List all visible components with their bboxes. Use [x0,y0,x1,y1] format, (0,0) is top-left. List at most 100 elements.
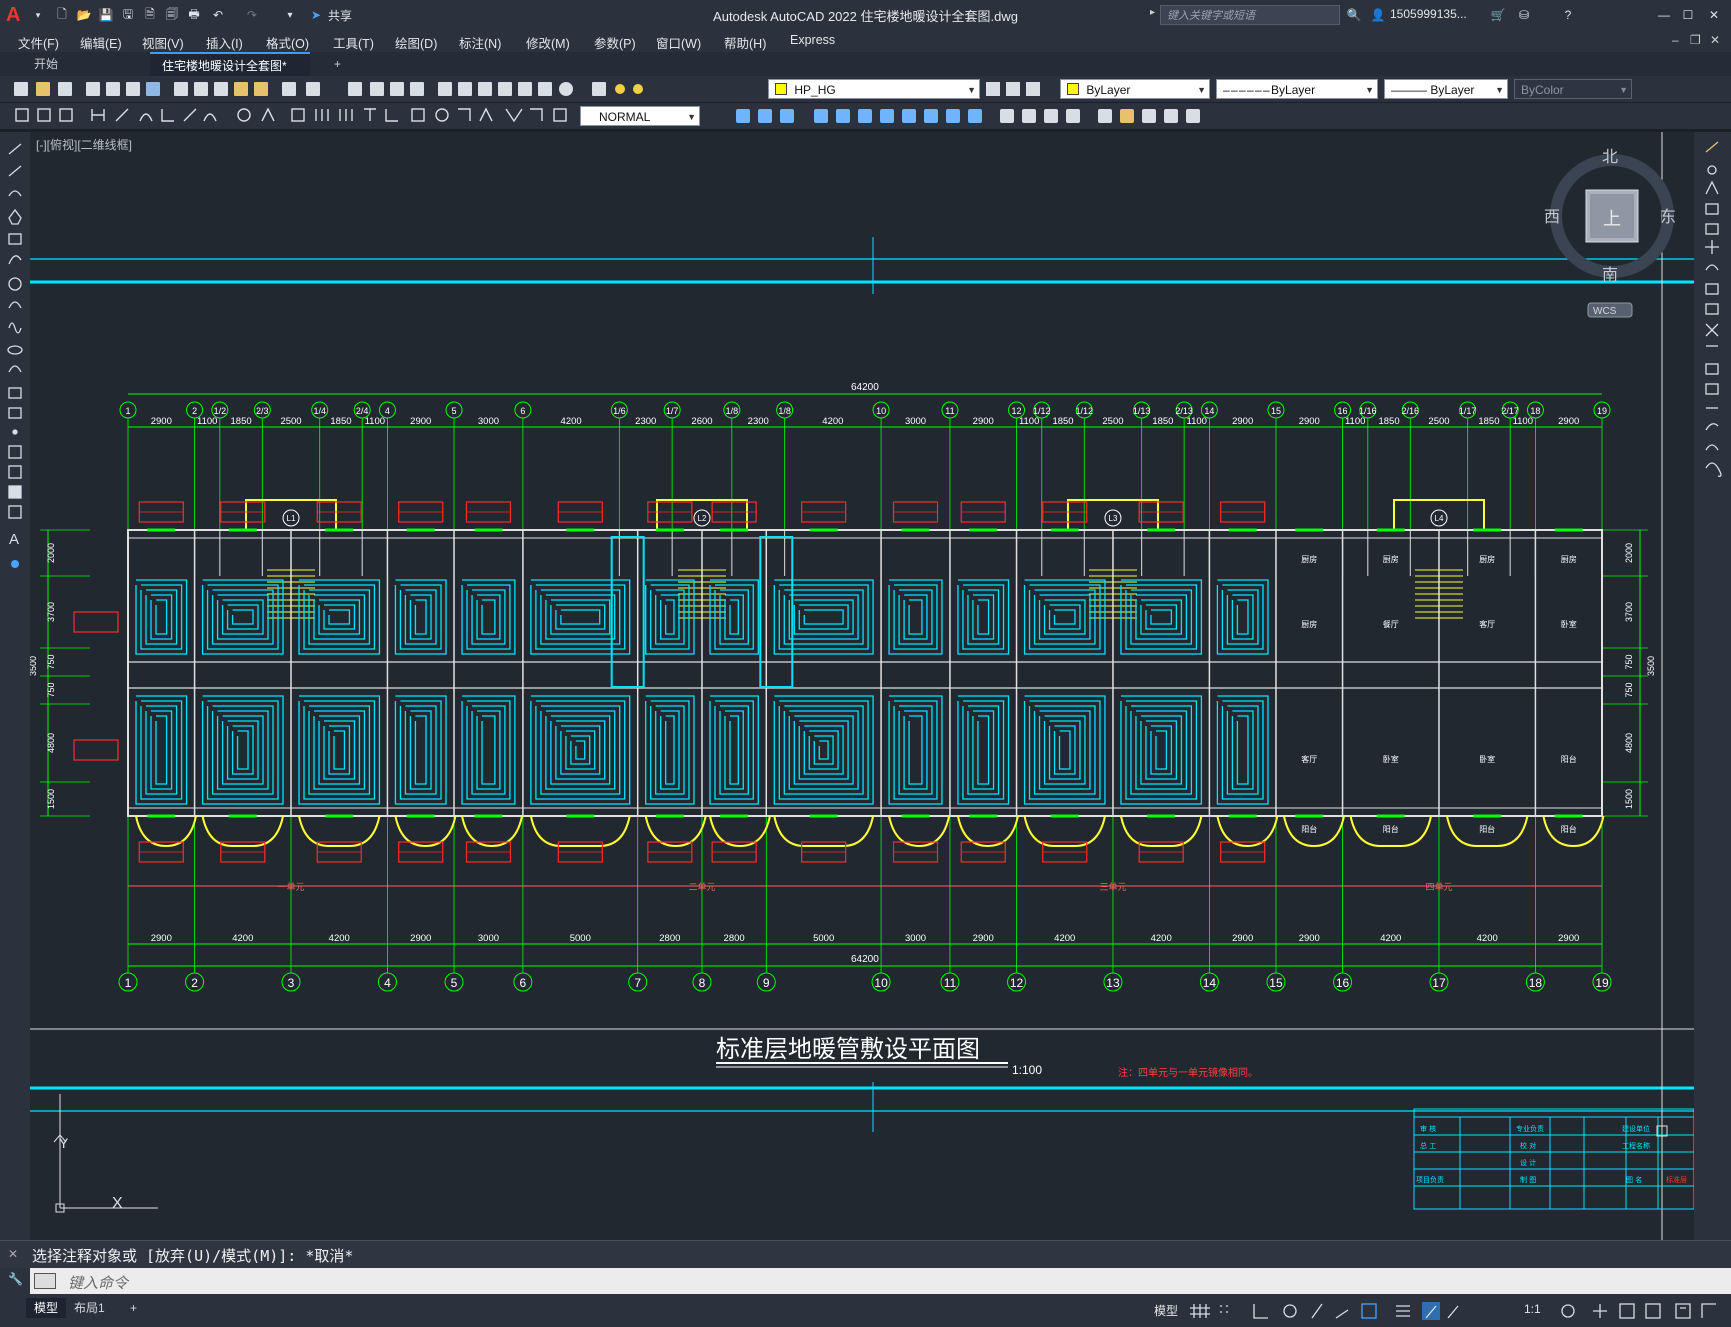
add-layout-button[interactable]: + [122,1298,145,1318]
tab-document[interactable]: 住宅楼地暖设计全套图* ✕ [150,52,310,97]
top-axis-label: 1/16 [1359,406,1377,416]
title-block [1413,1108,1694,1210]
top-axis-label: 1/2 [214,406,227,416]
manifold-riser [759,536,794,688]
command-close-icon[interactable]: ✕ [8,1247,18,1261]
heating-pipe-coil [394,579,447,655]
top-dim-text: 2900 [973,416,994,427]
top-axis-label: 16 [1338,406,1348,416]
pipe-spec-box [73,739,119,761]
menu-edit[interactable]: 编辑(E) [80,33,122,52]
linetype-dropdown[interactable]: – – – – – – ByLayer ▼ [1216,79,1378,99]
user-sign-in[interactable]: 1505999135... [1390,7,1467,21]
doc-close-icon[interactable]: ✕ [1710,33,1720,47]
bottom-axis-label: 13 [1106,976,1120,990]
drawing-canvas[interactable]: 64200 64200 1 2900 2 1100 1/2 1850 2/3 2500 1/4 185… [30,132,1694,1240]
heating-pipe-coil [957,695,1010,805]
tb-cell-8: 工程名称 [1622,1141,1650,1150]
color-dropdown[interactable]: ByLayer ▼ [1060,79,1210,99]
menu-dimension[interactable]: 标注(N) [459,33,501,52]
bottom-axis-label: 7 [634,976,641,990]
color-value: ByLayer [1086,83,1131,97]
standard-toolbar-icons[interactable] [0,76,660,102]
command-input[interactable]: 键入命令 [68,1272,128,1293]
top-axis-label: 1/7 [666,406,679,416]
room-label: 客厅 [1301,754,1317,764]
top-axis-label: 15 [1271,406,1281,416]
status-right-icons[interactable] [1556,1294,1731,1327]
heating-pipe-coil [530,695,631,805]
layer-tools-icons[interactable] [984,76,1054,102]
top-dim-text: 2600 [691,416,712,427]
dimension-toolbar-icons[interactable] [0,103,580,129]
search-icon[interactable]: 🔍 [1346,7,1362,23]
top-dim-text: 3000 [905,416,926,427]
modify-toolbar-icons[interactable] [704,103,1224,129]
bottom-dim-text: 2900 [151,933,172,944]
left-dim-text: 750 [46,654,56,669]
top-axis-label: 14 [1204,406,1214,416]
bottom-overall-dim-text: 64200 [851,954,879,965]
wrench-icon[interactable]: 🔧 [8,1272,23,1286]
bottom-dim-text: 2900 [1299,933,1320,944]
stair-tag: L3 [1109,514,1118,523]
lineweight-value: ByLayer [1430,83,1475,97]
minimize-icon[interactable]: — [1656,7,1672,23]
autodesk-app-icon[interactable]: ⛁ [1516,7,1532,23]
top-dim-text: 1100 [1187,416,1207,427]
menu-insert[interactable]: 插入(I) [206,33,243,52]
tab-model[interactable]: 模型 [26,1298,67,1318]
help-icon[interactable]: ? [1560,7,1576,23]
recent-commands-icon[interactable] [34,1273,56,1289]
cart-icon[interactable]: 🛒 [1490,7,1506,23]
top-dim-text: 2900 [410,416,431,427]
user-icon[interactable]: 👤 [1370,7,1386,23]
left-dim-total: 3500 [30,656,38,676]
close-icon[interactable]: ✕ [1706,7,1722,23]
bottom-dim-text: 4200 [232,933,253,944]
command-line[interactable]: 🔧 键入命令 [0,1268,1731,1294]
search-expand-icon[interactable]: ▸ [1150,7,1155,18]
top-axis-label: 1/8 [726,406,739,416]
textstyle-value: NORMAL [599,110,651,124]
maximize-icon[interactable]: ☐ [1680,7,1696,23]
menu-draw[interactable]: 绘图(D) [395,33,437,52]
menu-format[interactable]: 格式(O) [266,33,309,52]
menu-tools[interactable]: 工具(T) [333,33,374,52]
chevron-down-icon: ▼ [1197,85,1206,95]
top-axis-label: 4 [385,406,390,416]
menu-bar: 文件(F) 编辑(E) 视图(V) 插入(I) 格式(O) 工具(T) 绘图(D… [0,30,1731,52]
annotation-scale[interactable]: 1:1 [1524,1302,1541,1316]
heating-pipe-coil [957,579,1010,655]
tab-layout1[interactable]: 布局1 [66,1298,113,1318]
top-axis-label: 1/8 [778,406,791,416]
search-input[interactable]: 键入关键字或短语 [1160,5,1340,25]
menu-window[interactable]: 窗口(W) [656,33,701,52]
top-axis-label: 11 [945,406,954,416]
layer-dropdown[interactable]: HP_HG ▼ [768,79,980,99]
room-label: 厨房 [1301,554,1317,564]
textstyle-dropdown[interactable]: NORMAL ▼ [580,106,700,126]
modify-side-icons[interactable] [1694,132,1731,532]
menu-parametric[interactable]: 参数(P) [594,33,636,52]
menu-view[interactable]: 视图(V) [142,33,184,52]
room-label: 厨房 [1383,554,1399,564]
menu-modify[interactable]: 修改(M) [526,33,570,52]
bottom-axis-label: 8 [699,976,706,990]
model-space-button[interactable]: 模型 [1154,1302,1178,1319]
tab-start[interactable]: 开始 [22,52,150,76]
room-label: 阳台 [1301,824,1317,834]
new-tab-button[interactable]: + [322,52,353,76]
doc-restore-icon[interactable]: ❐ [1690,33,1701,47]
manifold-riser [610,536,645,688]
lineweight-dropdown[interactable]: ——— ByLayer ▼ [1384,79,1508,99]
viewport-controls-label[interactable]: [-][俯视][二维线框] [36,136,132,153]
menu-express[interactable]: Express [790,33,835,47]
plotstyle-dropdown[interactable]: ByColor ▼ [1514,79,1632,99]
top-axis-label: 12 [1012,406,1022,416]
tb-cell-1: 总 工 [1420,1141,1436,1150]
menu-file[interactable]: 文件(F) [18,33,59,52]
menu-help[interactable]: 帮助(H) [724,33,766,52]
doc-minimize-icon[interactable]: – [1672,33,1679,47]
draw-tool-icons[interactable]: A [0,132,30,612]
